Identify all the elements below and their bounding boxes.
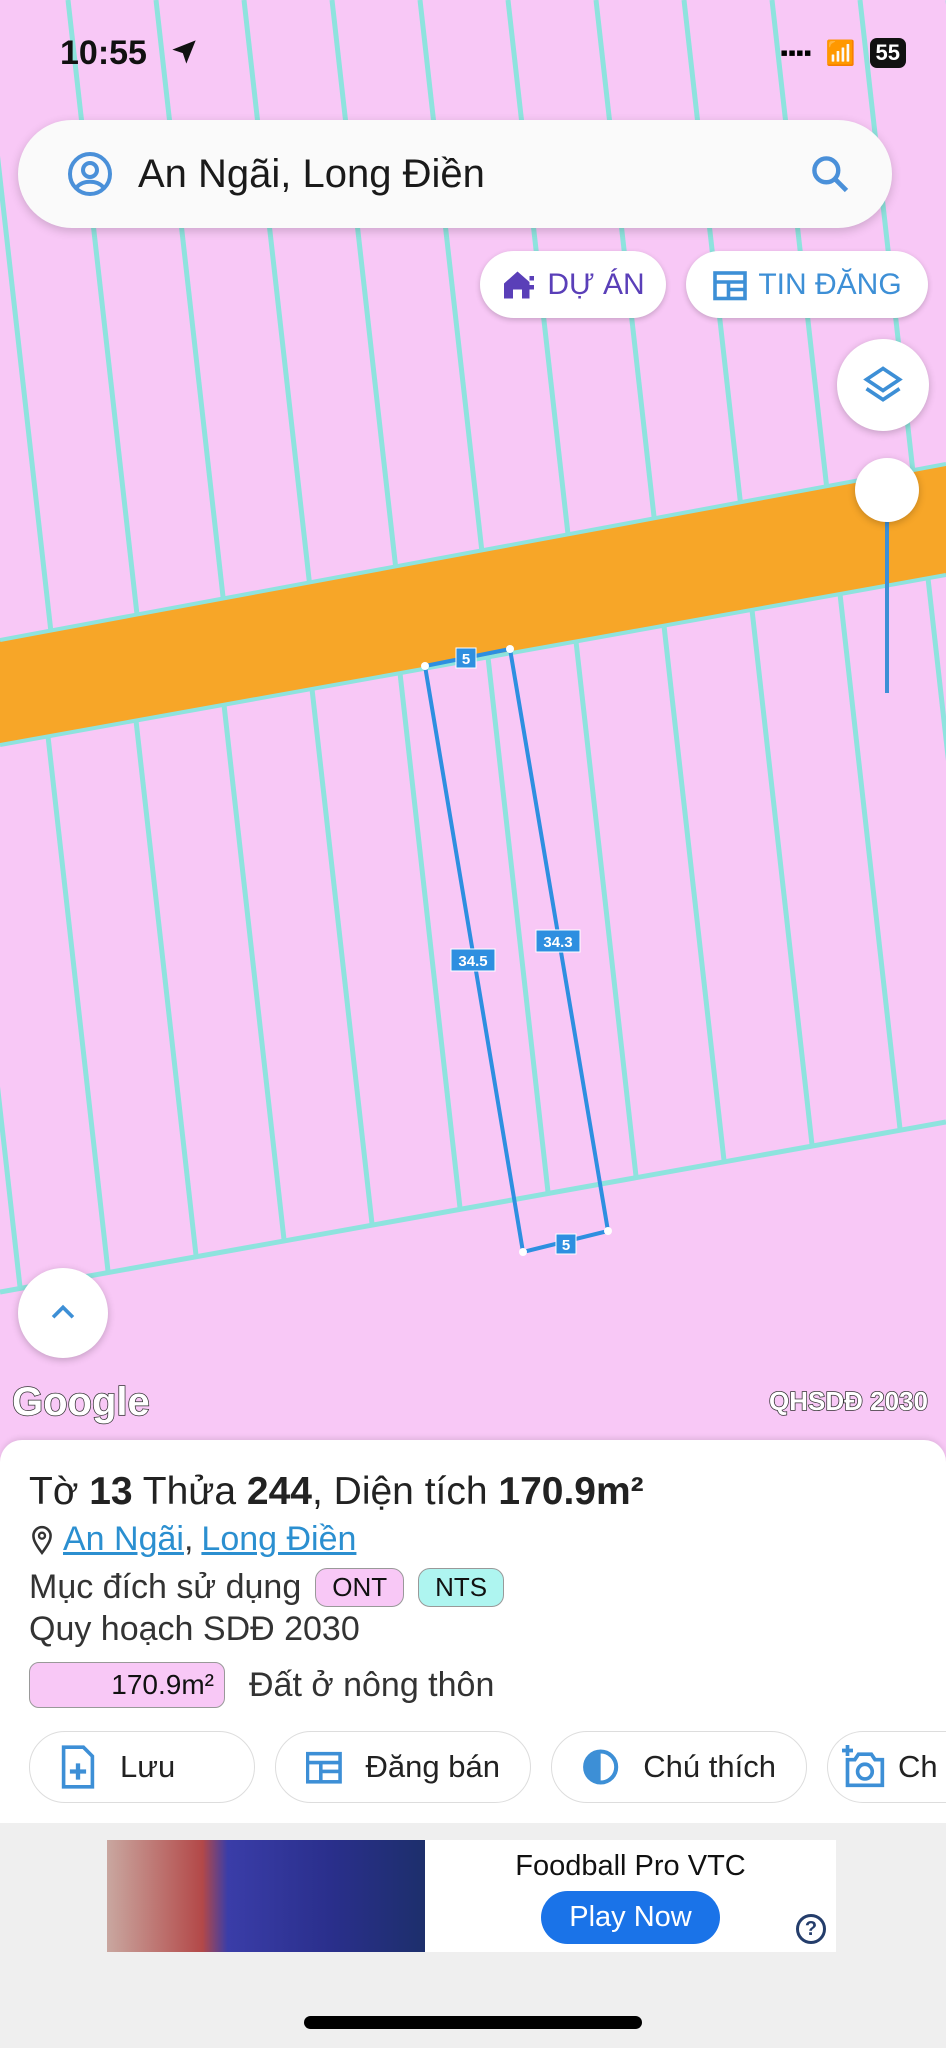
- layers-icon: [863, 366, 903, 402]
- google-logo: Google: [11, 1379, 150, 1425]
- contrast-icon: [583, 1749, 619, 1785]
- du-an-label: DỰ ÁN: [547, 267, 645, 301]
- user-account-icon[interactable]: [66, 150, 114, 198]
- plan-type: Đất ở nông thôn: [249, 1665, 495, 1704]
- purpose-label: Mục đích sử dụng: [29, 1568, 302, 1606]
- location-arrow-icon: [172, 40, 196, 64]
- zoom-slider-handle[interactable]: [855, 458, 919, 522]
- wifi-icon: 📶: [825, 39, 856, 67]
- home-indicator: [304, 2016, 642, 2029]
- edge-label-left: 34.5: [458, 953, 487, 970]
- photo-label: Ch: [898, 1749, 938, 1784]
- post-sale-button[interactable]: Đăng bán: [275, 1731, 531, 1803]
- legend-button[interactable]: Chú thích: [551, 1731, 807, 1803]
- zoom-slider-track[interactable]: [885, 500, 889, 693]
- district-link[interactable]: Long Điền: [201, 1520, 356, 1559]
- tin-dang-button[interactable]: TIN ĐĂNG: [686, 251, 928, 318]
- expand-sheet-button[interactable]: [18, 1268, 108, 1358]
- save-label: Lưu: [120, 1749, 176, 1784]
- edge-label-right: 34.3: [543, 934, 572, 951]
- play-now-button[interactable]: Play Now: [541, 1891, 720, 1944]
- save-button[interactable]: Lưu: [29, 1731, 255, 1803]
- du-an-button[interactable]: DỰ ÁN: [480, 251, 666, 318]
- plan-label: Quy hoạch SDĐ 2030: [29, 1610, 360, 1648]
- layers-button[interactable]: [837, 339, 929, 431]
- search-input[interactable]: An Ngãi, Long Điền: [138, 152, 485, 197]
- tin-dang-label: TIN ĐĂNG: [758, 267, 902, 301]
- house-icon: [504, 271, 535, 298]
- parcel-title: Tờ 13 Thửa 244, Diện tích 170.9m²: [29, 1470, 644, 1513]
- clock: 10:55: [60, 34, 147, 72]
- file-add-icon: [61, 1745, 95, 1789]
- camera-add-icon: [842, 1745, 885, 1788]
- tag-nts[interactable]: NTS: [418, 1568, 505, 1607]
- ad-help-icon[interactable]: ?: [796, 1914, 826, 1944]
- plan-area-value: 170.9m²: [29, 1662, 225, 1708]
- ad-banner-area: Foodball Pro VTC Play Now ?: [0, 1823, 946, 2048]
- commune-link[interactable]: An Ngãi: [63, 1520, 184, 1559]
- parcel-info-sheet: Tờ 13 Thửa 244, Diện tích 170.9m² An Ngã…: [0, 1440, 946, 1825]
- parcel-location: An Ngãi, Long Điền: [29, 1520, 356, 1559]
- legend-label: Chú thích: [643, 1749, 776, 1784]
- listing-icon: [713, 270, 748, 300]
- search-bar[interactable]: An Ngãi, Long Điền: [18, 120, 892, 228]
- post-sale-label: Đăng bán: [365, 1749, 500, 1784]
- edge-label-bottom: 5: [562, 1237, 570, 1254]
- action-bar[interactable]: Lưu Đăng bán Chú thích Ch: [29, 1731, 946, 1803]
- photo-button[interactable]: Ch: [827, 1731, 946, 1803]
- listing-icon: [306, 1751, 342, 1784]
- plan-area-row: 170.9m² Đất ở nông thôn: [29, 1662, 494, 1708]
- chevron-up-icon: [51, 1304, 75, 1319]
- layer-label: QHSDĐ 2030: [768, 1385, 928, 1417]
- battery-icon: 55: [869, 38, 906, 68]
- status-bar: 10:55 ▪▪▪▪ 📶 55: [0, 30, 946, 80]
- edge-label-top: 5: [462, 651, 470, 668]
- tag-ont[interactable]: ONT: [315, 1568, 405, 1607]
- ad-image[interactable]: [107, 1840, 425, 1952]
- signal-icon: ▪▪▪▪: [780, 40, 812, 65]
- location-pin-icon: [32, 1525, 52, 1555]
- search-icon[interactable]: [808, 152, 852, 196]
- ad-banner[interactable]: Foodball Pro VTC Play Now ?: [107, 1840, 836, 1952]
- ad-title: Foodball Pro VTC: [515, 1850, 746, 1882]
- land-use-row: Mục đích sử dụng ONT NTS: [29, 1568, 505, 1607]
